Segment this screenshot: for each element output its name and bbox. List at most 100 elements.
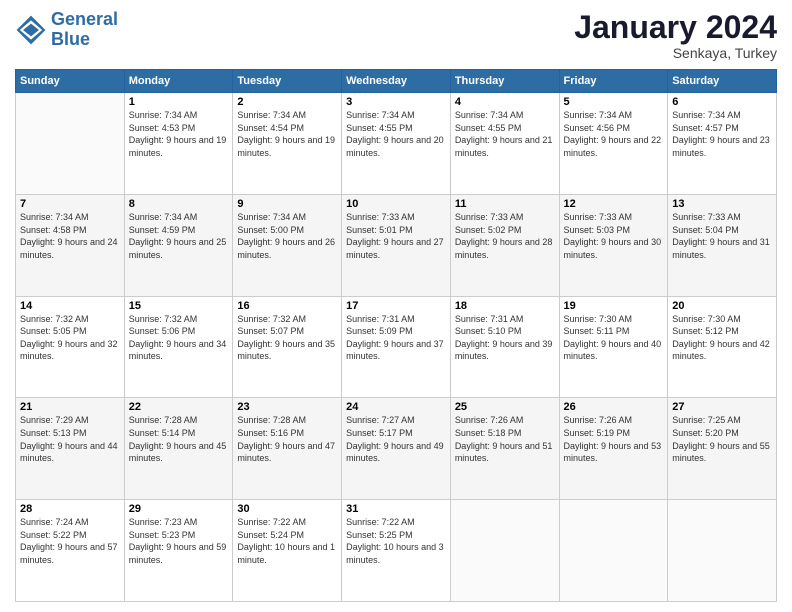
sunset: Sunset: 4:55 PM	[346, 123, 413, 133]
day-number: 22	[129, 401, 229, 413]
day-number: 9	[237, 198, 337, 210]
sunrise: Sunrise: 7:34 AM	[20, 212, 89, 222]
day-number: 20	[672, 300, 772, 312]
sunset: Sunset: 5:19 PM	[564, 428, 631, 438]
day-detail: Sunrise: 7:32 AMSunset: 5:05 PMDaylight:…	[20, 313, 120, 363]
header-tuesday: Tuesday	[233, 70, 342, 93]
day-detail: Sunrise: 7:34 AMSunset: 4:56 PMDaylight:…	[564, 109, 664, 159]
sunset: Sunset: 5:11 PM	[564, 326, 630, 336]
daylight: Daylight: 9 hours and 57 minutes.	[20, 542, 118, 565]
day-detail: Sunrise: 7:34 AMSunset: 4:59 PMDaylight:…	[129, 211, 229, 261]
sunset: Sunset: 5:20 PM	[672, 428, 739, 438]
sunset: Sunset: 4:58 PM	[20, 225, 87, 235]
daylight: Daylight: 9 hours and 49 minutes.	[346, 441, 444, 464]
calendar-cell: 19Sunrise: 7:30 AMSunset: 5:11 PMDayligh…	[559, 296, 668, 398]
day-detail: Sunrise: 7:26 AM Sunset: 5:18 PM Daylight:…	[455, 414, 555, 464]
sunrise: Sunrise: 7:29 AM	[20, 415, 89, 425]
sunrise: Sunrise: 7:33 AM	[564, 212, 633, 222]
day-detail: Sunrise: 7:22 AMSunset: 5:24 PMDaylight:…	[237, 516, 337, 566]
sunrise: Sunrise: 7:32 AM	[129, 314, 198, 324]
daylight: Daylight: 9 hours and 47 minutes.	[237, 441, 335, 464]
day-number: 3	[346, 96, 446, 108]
sunrise: Sunrise: 7:31 AM	[455, 314, 524, 324]
sunrise: Sunrise: 7:22 AM	[346, 517, 415, 527]
day-detail: Sunrise: 7:34 AMSunset: 4:55 PMDaylight:…	[346, 109, 446, 159]
sunrise: Sunrise: 7:30 AM	[672, 314, 741, 324]
day-detail: Sunrise: 7:29 AMSunset: 5:13 PMDaylight:…	[20, 414, 120, 464]
daylight: Daylight: 9 hours and 25 minutes.	[129, 237, 227, 260]
calendar-cell: 15Sunrise: 7:32 AMSunset: 5:06 PMDayligh…	[124, 296, 233, 398]
day-detail: Sunrise: 7:28 AMSunset: 5:14 PMDaylight:…	[129, 414, 229, 464]
day-detail: Sunrise: 7:28 AMSunset: 5:16 PMDaylight:…	[237, 414, 337, 464]
sunrise: Sunrise: 7:24 AM	[20, 517, 89, 527]
header-friday: Friday	[559, 70, 668, 93]
sunset: Sunset: 5:02 PM	[455, 225, 522, 235]
calendar-cell: 7Sunrise: 7:34 AMSunset: 4:58 PMDaylight…	[16, 194, 125, 296]
day-detail: Sunrise: 7:34 AMSunset: 4:58 PMDaylight:…	[20, 211, 120, 261]
calendar-cell: 28Sunrise: 7:24 AMSunset: 5:22 PMDayligh…	[16, 500, 125, 602]
calendar-cell: 24Sunrise: 7:27 AMSunset: 5:17 PMDayligh…	[342, 398, 451, 500]
calendar-cell: 14Sunrise: 7:32 AMSunset: 5:05 PMDayligh…	[16, 296, 125, 398]
calendar-table: Sunday Monday Tuesday Wednesday Thursday…	[15, 69, 777, 602]
daylight: Daylight: 10 hours and 3 minutes.	[346, 542, 444, 565]
calendar-cell	[450, 500, 559, 602]
calendar-week-4: 21Sunrise: 7:29 AMSunset: 5:13 PMDayligh…	[16, 398, 777, 500]
sunset: Sunset: 5:18 PM	[455, 428, 522, 438]
day-number: 1	[129, 96, 229, 108]
daylight: Daylight: 9 hours and 53 minutes.	[564, 441, 662, 464]
calendar-week-2: 7 Sunrise: 7:34 AM Sunset: 4:58 PM Daylight…	[16, 194, 777, 296]
sunrise: Sunrise: 7:25 AM	[672, 415, 741, 425]
sunset: Sunset: 5:25 PM	[346, 530, 413, 540]
page: General Blue January 2024 Senkaya, Turke…	[0, 0, 792, 612]
sunrise: Sunrise: 7:28 AM	[237, 415, 306, 425]
sunrise: Sunrise: 7:31 AM	[346, 314, 415, 324]
calendar-week-5: 28Sunrise: 7:24 AMSunset: 5:22 PMDayligh…	[16, 500, 777, 602]
day-number: 11	[455, 198, 555, 210]
day-detail: Sunrise: 7:30 AMSunset: 5:12 PMDaylight:…	[672, 313, 772, 363]
day-number: 14	[20, 300, 120, 312]
sunrise: Sunrise: 7:34 AM	[129, 110, 198, 120]
sunrise: Sunrise: 7:26 AM	[455, 415, 524, 425]
daylight: Daylight: 9 hours and 28 minutes.	[455, 237, 553, 260]
daylight: Daylight: 9 hours and 27 minutes.	[346, 237, 444, 260]
day-detail: Sunrise: 7:32 AMSunset: 5:06 PMDaylight:…	[129, 313, 229, 363]
calendar-cell: 18Sunrise: 7:31 AMSunset: 5:10 PMDayligh…	[450, 296, 559, 398]
calendar-week-1: 1Sunrise: 7:34 AMSunset: 4:53 PMDaylight…	[16, 93, 777, 195]
daylight: Daylight: 9 hours and 26 minutes.	[237, 237, 335, 260]
calendar-cell: 22Sunrise: 7:28 AMSunset: 5:14 PMDayligh…	[124, 398, 233, 500]
sunrise: Sunrise: 7:32 AM	[237, 314, 306, 324]
day-number: 25	[455, 401, 555, 413]
day-number: 31	[346, 503, 446, 515]
day-number: 7	[20, 198, 120, 210]
day-number: 27	[672, 401, 772, 413]
sunrise: Sunrise: 7:34 AM	[346, 110, 415, 120]
sunrise: Sunrise: 7:34 AM	[455, 110, 524, 120]
sunrise: Sunrise: 7:26 AM	[564, 415, 633, 425]
day-number: 10	[346, 198, 446, 210]
calendar-cell: 29Sunrise: 7:23 AMSunset: 5:23 PMDayligh…	[124, 500, 233, 602]
sunrise: Sunrise: 7:23 AM	[129, 517, 198, 527]
sunset: Sunset: 5:04 PM	[672, 225, 739, 235]
day-number: 30	[237, 503, 337, 515]
sunset: Sunset: 5:12 PM	[672, 326, 739, 336]
daylight: Daylight: 9 hours and 19 minutes.	[129, 135, 227, 158]
calendar-cell: 5Sunrise: 7:34 AMSunset: 4:56 PMDaylight…	[559, 93, 668, 195]
sunset: Sunset: 5:05 PM	[20, 326, 87, 336]
day-number: 13	[672, 198, 772, 210]
header-thursday: Thursday	[450, 70, 559, 93]
logo-line2: Blue	[51, 29, 90, 49]
daylight: Daylight: 10 hours and 1 minute.	[237, 542, 335, 565]
daylight: Daylight: 9 hours and 51 minutes.	[455, 441, 553, 464]
daylight: Daylight: 9 hours and 30 minutes.	[564, 237, 662, 260]
logo-text: General Blue	[51, 10, 118, 50]
sunset: Sunset: 4:55 PM	[455, 123, 522, 133]
day-number: 5	[564, 96, 664, 108]
day-detail: Sunrise: 7:34 AMSunset: 4:53 PMDaylight:…	[129, 109, 229, 159]
sunset: Sunset: 5:22 PM	[20, 530, 87, 540]
sunset: Sunset: 5:07 PM	[237, 326, 304, 336]
calendar-cell	[559, 500, 668, 602]
calendar-cell: 10Sunrise: 7:33 AMSunset: 5:01 PMDayligh…	[342, 194, 451, 296]
daylight: Daylight: 9 hours and 35 minutes.	[237, 339, 335, 362]
header-wednesday: Wednesday	[342, 70, 451, 93]
day-detail: Sunrise: 7:33 AMSunset: 5:02 PMDaylight:…	[455, 211, 555, 261]
